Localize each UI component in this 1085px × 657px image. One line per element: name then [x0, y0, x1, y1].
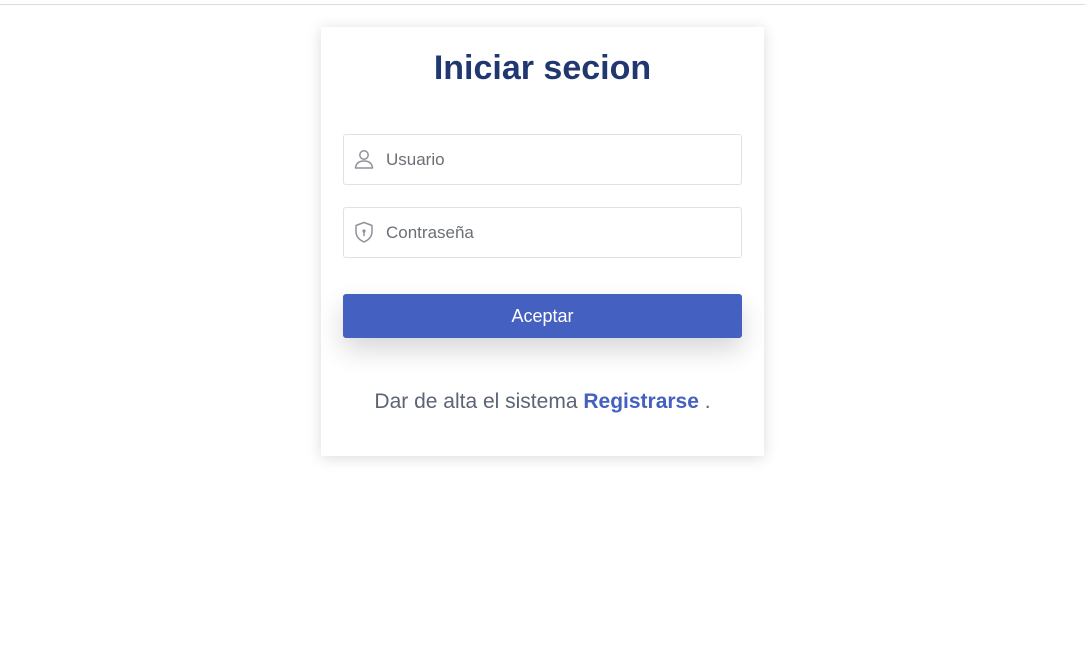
register-link[interactable]: Registrarse [583, 390, 699, 413]
top-divider [0, 4, 1085, 5]
login-card: Iniciar secion Aceptar Dar de alta el si… [321, 27, 764, 456]
password-field[interactable] [343, 207, 742, 258]
signup-prompt: Dar de alta el sistema Registrarse . [321, 390, 764, 414]
signup-suffix: . [704, 390, 711, 413]
accept-button[interactable]: Aceptar [343, 294, 742, 338]
page-title: Iniciar secion [433, 49, 652, 87]
user-icon [353, 148, 375, 170]
signup-text: Dar de alta el sistema [374, 390, 578, 413]
username-input[interactable] [386, 135, 736, 184]
username-field[interactable] [343, 134, 742, 185]
shield-lock-icon [353, 221, 375, 243]
password-input[interactable] [386, 208, 736, 257]
